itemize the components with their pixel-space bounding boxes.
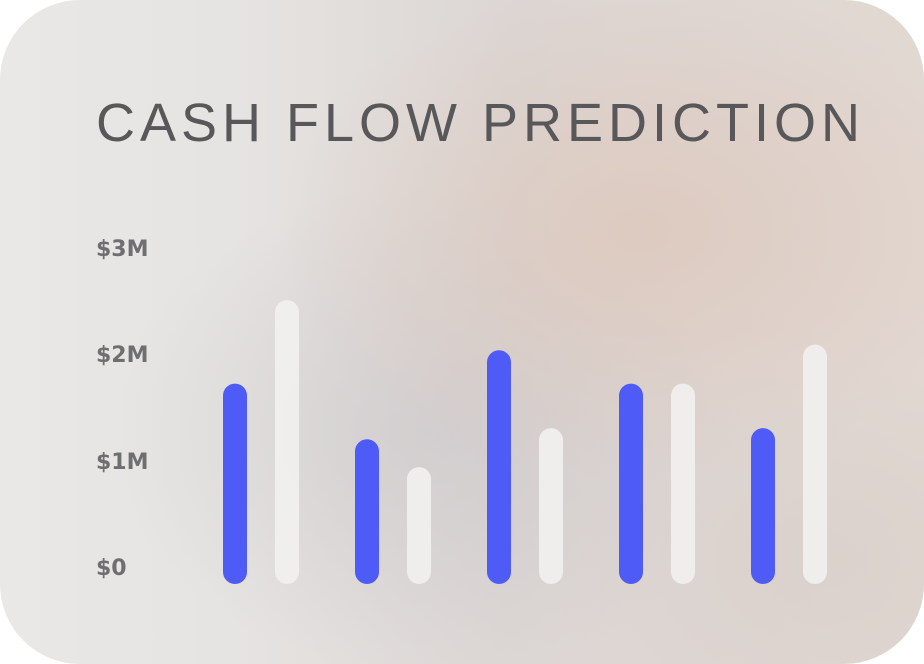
chart-card: CASH FLOW PREDICTION $3M $2M $1M $0	[0, 0, 924, 664]
bar-plot-area	[223, 300, 827, 584]
bar-series-1-group-5	[751, 428, 775, 584]
bar-series-1-group-1	[223, 383, 247, 584]
bar-series-2-group-4	[671, 383, 695, 584]
bar-series-2-group-2	[407, 467, 431, 584]
bar-series-1-group-4	[619, 383, 643, 584]
bar-series-2-group-1	[275, 300, 299, 584]
bar-series-2-group-5	[803, 344, 827, 584]
bar-series-2-group-3	[539, 428, 563, 584]
bar-series-1-group-3	[487, 350, 511, 584]
bar-series-1-group-2	[355, 439, 379, 584]
